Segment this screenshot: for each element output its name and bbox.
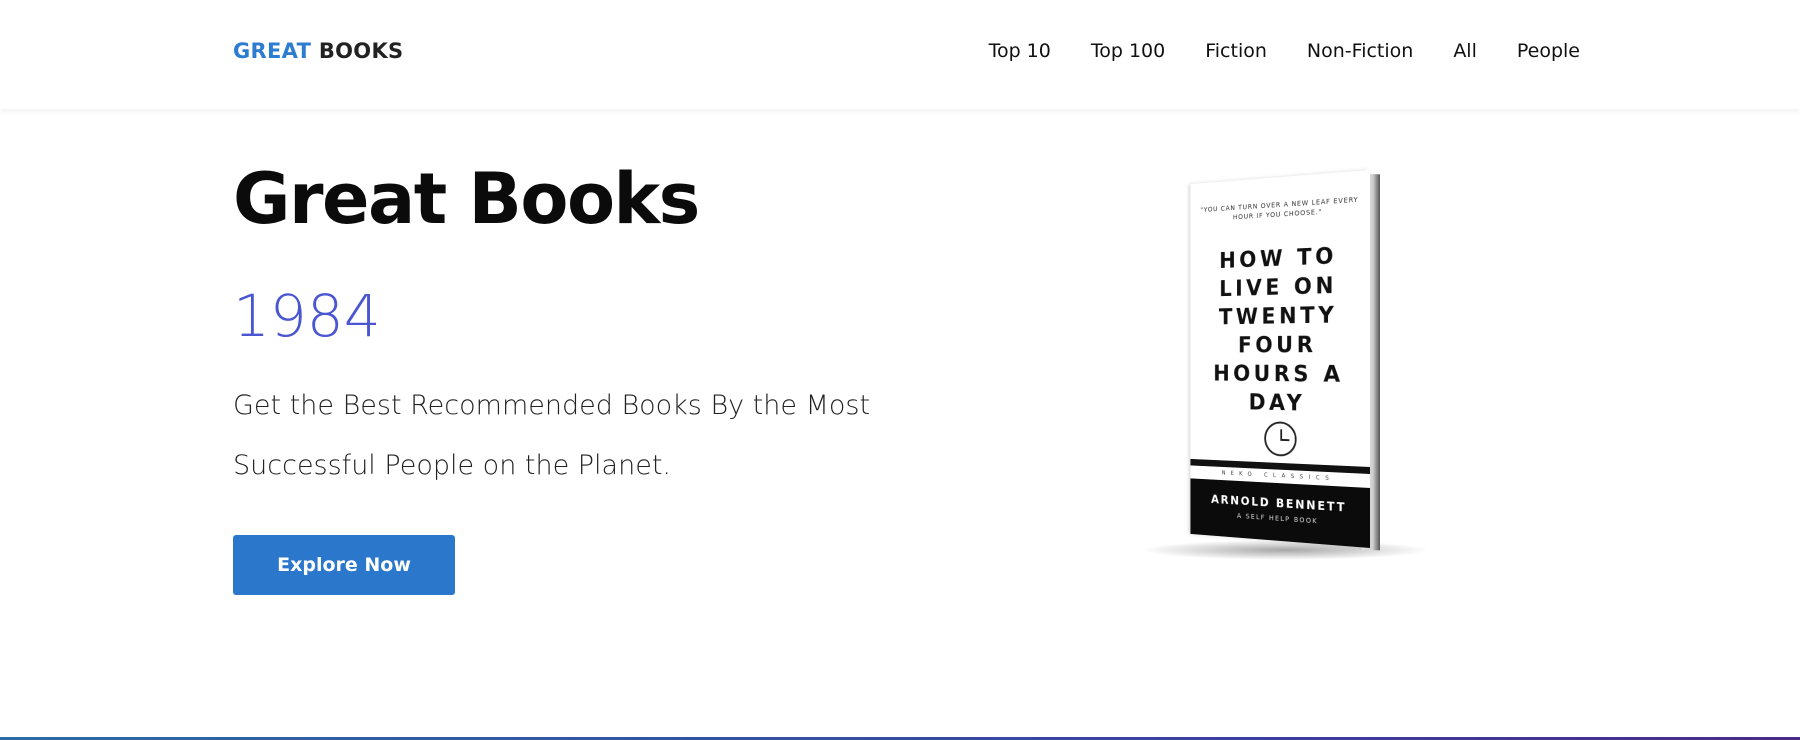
book-title: HOW TO LIVE ON TWENTY FOUR HOURS A DAY: [1213, 243, 1344, 417]
book-quote: "YOU CAN TURN OVER A NEW LEAF EVERY HOUR…: [1200, 195, 1359, 222]
logo-part-great: GREAT: [233, 39, 312, 63]
book-cover: "YOU CAN TURN OVER A NEW LEAF EVERY HOUR…: [1190, 170, 1370, 548]
logo-part-books: BOOKS: [318, 39, 404, 63]
nav-fiction[interactable]: Fiction: [1205, 40, 1267, 62]
nav-all[interactable]: All: [1453, 40, 1477, 62]
book-cover-image: "YOU CAN TURN OVER A NEW LEAF EVERY HOUR…: [1130, 160, 1430, 570]
clock-icon: [1264, 421, 1297, 457]
site-logo[interactable]: GREAT BOOKS: [233, 39, 403, 63]
book-footer-band: ARNOLD BENNETT A SELF HELP BOOK: [1190, 478, 1370, 548]
nav-people[interactable]: People: [1517, 40, 1580, 62]
nav-top-10[interactable]: Top 10: [989, 40, 1051, 62]
nav-top-100[interactable]: Top 100: [1091, 40, 1165, 62]
nav-non-fiction[interactable]: Non-Fiction: [1307, 40, 1413, 62]
main-nav: Top 10 Top 100 Fiction Non-Fiction All P…: [989, 40, 1580, 62]
book-shadow: [1140, 540, 1430, 560]
hero-subtitle: Get the Best Recommended Books By the Mo…: [233, 390, 871, 481]
hero-year: 1984: [233, 282, 381, 350]
hero-title: Great Books: [233, 158, 700, 240]
explore-now-button[interactable]: Explore Now: [233, 535, 455, 595]
site-header: GREAT BOOKS Top 10 Top 100 Fiction Non-F…: [0, 0, 1800, 109]
